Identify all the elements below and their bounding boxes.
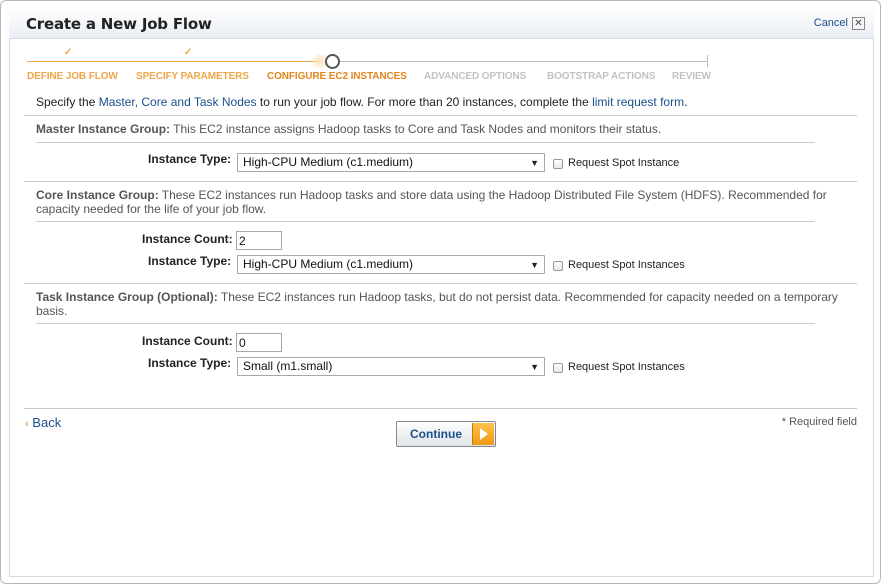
wizard-step-bootstrap-actions: BOOTSTRAP ACTIONS: [547, 71, 656, 82]
master-instance-type-select[interactable]: High-CPU Medium (c1.medium) ▼: [237, 153, 545, 172]
task-instance-count-input[interactable]: [236, 333, 282, 352]
master-spot-checkbox[interactable]: [553, 159, 563, 169]
chevron-down-icon: ▼: [530, 260, 539, 270]
task-instance-type-select[interactable]: Small (m1.small) ▼: [237, 357, 545, 376]
wizard-step-specify-parameters[interactable]: SPECIFY PARAMETERS: [136, 71, 249, 82]
wizard-progress-remaining: [340, 61, 708, 62]
wizard-progress-completed: [27, 61, 320, 62]
wizard-progress-end: [707, 55, 708, 67]
intro-middle: to run your job flow. For more than 20 i…: [256, 95, 593, 109]
master-instance-type-value: High-CPU Medium (c1.medium): [243, 155, 414, 169]
cancel-link[interactable]: Cancel: [814, 17, 848, 29]
continue-button[interactable]: Continue: [396, 421, 496, 447]
task-instance-type-label: Instance Type:: [148, 356, 232, 370]
task-instance-type-value: Small (m1.small): [243, 359, 333, 373]
master-instance-type-label: Instance Type:: [148, 152, 232, 166]
core-instance-count-label: Instance Count:: [142, 232, 233, 246]
intro-suffix: .: [684, 95, 688, 109]
chevron-down-icon: ▼: [530, 158, 539, 168]
footer-divider: [24, 408, 857, 409]
core-group-description: Core Instance Group: These EC2 instances…: [36, 188, 856, 216]
core-instance-type-label: Instance Type:: [148, 254, 232, 268]
limit-request-form-link[interactable]: limit request form: [592, 95, 684, 109]
task-group-description: Task Instance Group (Optional): These EC…: [36, 290, 856, 318]
back-label: Back: [32, 415, 62, 430]
continue-label: Continue: [410, 427, 462, 441]
core-instance-type-value: High-CPU Medium (c1.medium): [243, 257, 414, 271]
section-divider: [24, 115, 857, 116]
play-arrow-icon: [472, 423, 494, 445]
core-spot-label: Request Spot Instances: [568, 259, 685, 271]
chevron-down-icon: ▼: [530, 362, 539, 372]
section-subdivider: [36, 323, 815, 324]
task-spot-checkbox[interactable]: [553, 363, 563, 373]
section-divider: [24, 181, 857, 182]
master-group-title: Master Instance Group:: [36, 122, 171, 136]
core-instance-count-input[interactable]: [236, 231, 282, 250]
core-instance-type-select[interactable]: High-CPU Medium (c1.medium) ▼: [237, 255, 545, 274]
intro-text: Specify the Master, Core and Task Nodes …: [36, 95, 687, 109]
wizard-step-advanced-options: ADVANCED OPTIONS: [424, 71, 527, 82]
master-group-desc: This EC2 instance assigns Hadoop tasks t…: [170, 122, 662, 136]
wizard-step-define-job-flow[interactable]: DEFINE JOB FLOW: [27, 71, 118, 82]
master-group-description: Master Instance Group: This EC2 instance…: [36, 122, 661, 136]
check-icon: ✓: [64, 47, 73, 58]
close-icon[interactable]: ✕: [852, 17, 865, 30]
section-subdivider: [36, 221, 815, 222]
task-spot-label: Request Spot Instances: [568, 361, 685, 373]
dialog-titlebar: Create a New Job Flow Cancel ✕: [9, 7, 874, 39]
master-spot-label: Request Spot Instance: [568, 157, 680, 169]
wizard-step-review: REVIEW: [672, 71, 711, 82]
nodes-help-link[interactable]: Master, Core and Task Nodes: [99, 95, 257, 109]
wizard-current-step-marker: [325, 54, 340, 69]
task-group-title: Task Instance Group (Optional):: [36, 290, 218, 304]
section-subdivider: [36, 142, 815, 143]
required-field-note: * Required field: [781, 416, 857, 428]
intro-prefix: Specify the: [36, 95, 99, 109]
wizard-step-configure-ec2-instances: CONFIGURE EC2 INSTANCES: [267, 71, 407, 82]
dialog-title: Create a New Job Flow: [26, 15, 212, 33]
check-icon: ✓: [184, 47, 193, 58]
chevron-left-icon: ‹: [25, 418, 29, 430]
back-link[interactable]: ‹ Back: [25, 415, 61, 430]
core-group-title: Core Instance Group:: [36, 188, 159, 202]
section-divider: [24, 283, 857, 284]
core-spot-checkbox[interactable]: [553, 261, 563, 271]
task-instance-count-label: Instance Count:: [142, 334, 233, 348]
